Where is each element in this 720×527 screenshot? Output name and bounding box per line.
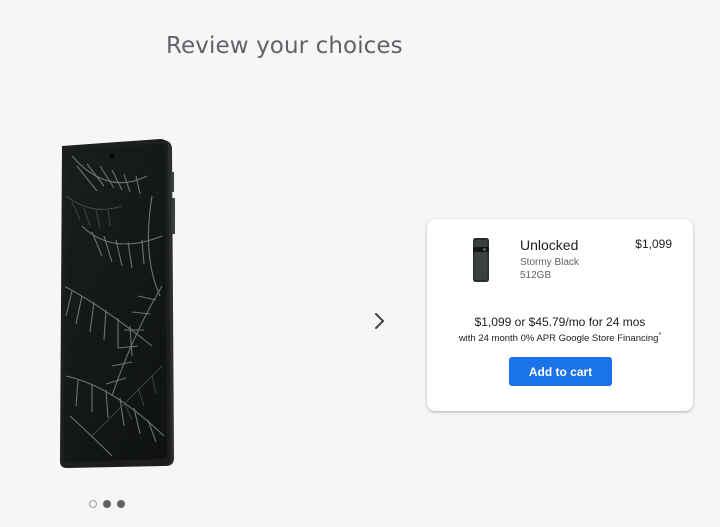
add-to-cart-button[interactable]: Add to cart	[509, 357, 612, 386]
product-price: $1,099	[635, 237, 672, 251]
carousel-dot-1[interactable]	[89, 500, 97, 508]
page-title: Review your choices	[166, 33, 403, 60]
price-summary: $1,099 or $45.79/mo for 24 mos	[474, 315, 646, 329]
financing-text: with 24 month 0% APR Google Store Financ…	[458, 333, 659, 345]
summary-card: Unlocked $1,099 Stormy Black 512GB $1,09…	[427, 219, 693, 411]
phone-image	[52, 136, 180, 468]
financing-footnote-mark[interactable]: *	[658, 332, 661, 339]
product-name: Unlocked	[520, 237, 579, 253]
next-arrow-button[interactable]	[368, 308, 392, 334]
chevron-right-icon	[375, 313, 384, 329]
carousel-dots	[89, 500, 125, 508]
product-thumbnail	[472, 237, 490, 283]
financing-info: with 24 month 0% APR Google Store Financ…	[427, 332, 693, 344]
carousel-dot-3[interactable]	[117, 500, 125, 508]
product-storage: 512GB	[520, 270, 552, 281]
carousel-dot-2[interactable]	[103, 500, 111, 508]
product-color: Stormy Black	[520, 257, 579, 268]
